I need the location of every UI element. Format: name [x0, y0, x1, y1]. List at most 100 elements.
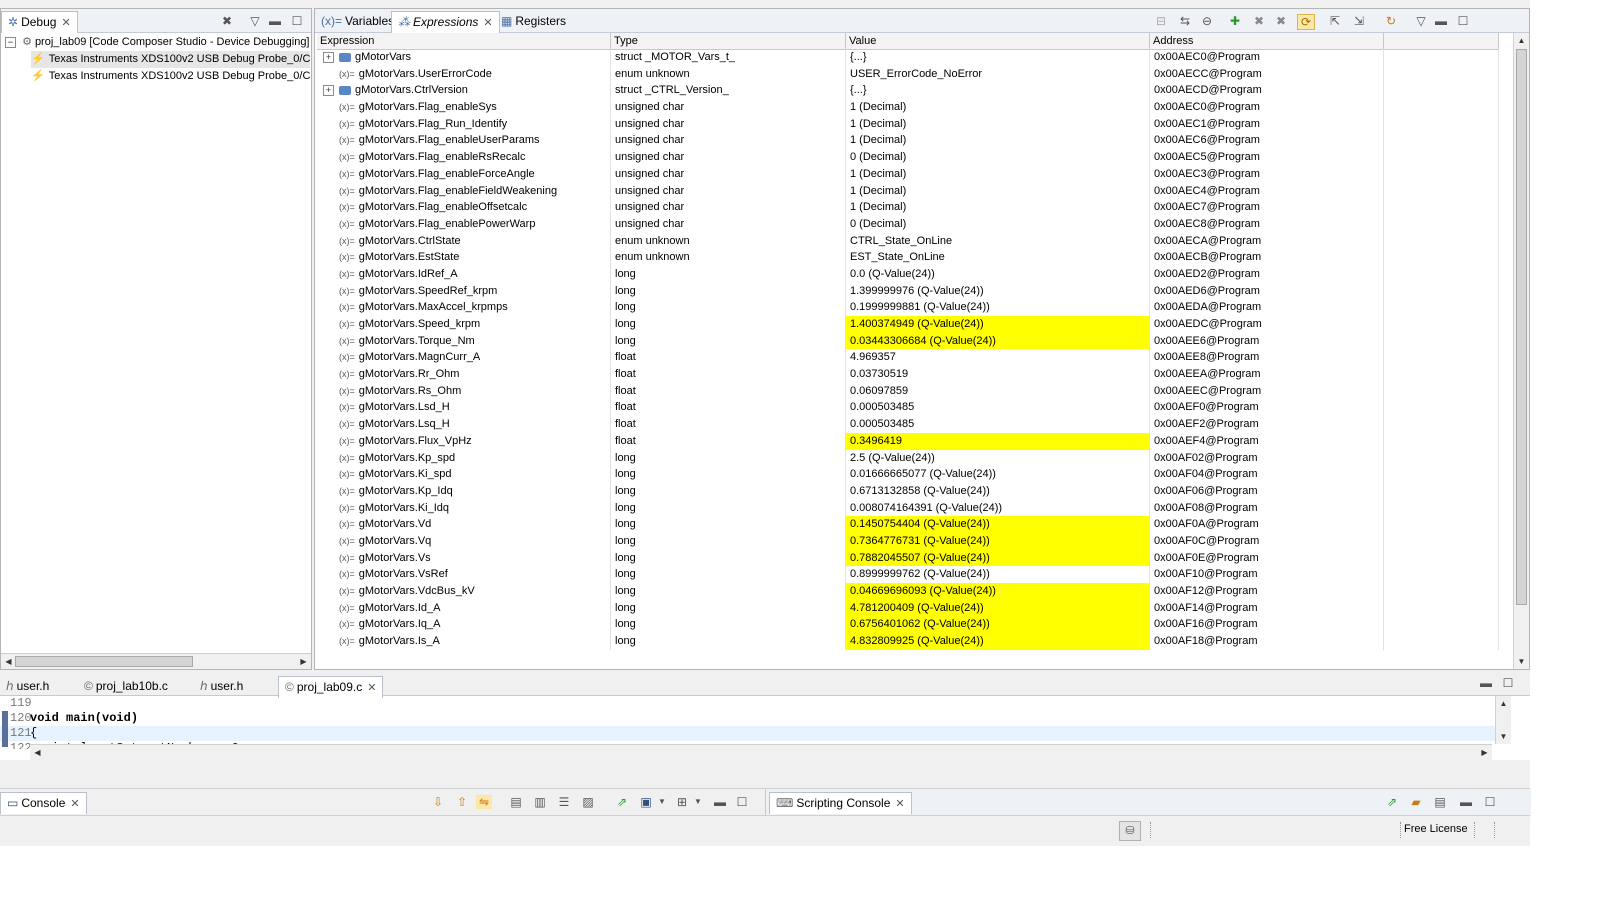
scroll-right-arrow[interactable]: ▶: [1478, 746, 1491, 759]
remove-all-icon[interactable]: ✖: [1273, 14, 1289, 28]
cell-expression[interactable]: (x)= gMotorVars.MagnCurr_A: [317, 349, 611, 367]
table-row[interactable]: (x)= gMotorVars.Flag_enablePowerWarp unsig…: [317, 215, 1499, 233]
table-row[interactable]: (x)= gMotorVars.Flag_enableFieldWeakening…: [317, 182, 1499, 200]
cell-value[interactable]: 0.03443306684 (Q-Value(24)): [846, 332, 1150, 350]
table-row[interactable]: + gMotorVars struct _MOTOR_Vars_t_ {...} 0x0…: [317, 49, 1499, 66]
table-row[interactable]: (x)= gMotorVars.Flux_VpHz float 0.3496419 0x…: [317, 432, 1499, 450]
tree-item-project[interactable]: − ⚙ proj_lab09 [Code Composer Studio - De…: [5, 34, 310, 51]
cell-expression[interactable]: (x)= gMotorVars.VdcBus_kV: [317, 583, 611, 600]
cell-value[interactable]: 4.781200409 (Q-Value(24)): [846, 599, 1150, 617]
cell-value[interactable]: 0 (Decimal): [846, 215, 1150, 233]
table-row[interactable]: (x)= gMotorVars.Rs_Ohm float 0.06097859 0x00…: [317, 382, 1499, 400]
cell-expression[interactable]: (x)= gMotorVars.Kp_Idq: [317, 482, 611, 500]
expand-icon[interactable]: +: [323, 85, 334, 97]
dropdown-arrow-icon[interactable]: ▼: [690, 795, 706, 809]
cell-value[interactable]: 0.1999999881 (Q-Value(24)): [846, 299, 1150, 316]
import-icon[interactable]: ⇱: [1327, 14, 1343, 28]
editor-tab-active[interactable]: © proj_lab09.c ✕: [278, 676, 384, 698]
collapse-icon[interactable]: −: [5, 36, 16, 48]
tree-item-probe[interactable]: ⚡ Texas Instruments XDS100v2 USB Debug Pr…: [31, 51, 311, 68]
expand-icon[interactable]: +: [323, 52, 334, 63]
cell-value[interactable]: 0.1450754404 (Q-Value(24)): [846, 516, 1150, 533]
code-line[interactable]: 120void main(void): [0, 711, 138, 726]
cell-expression[interactable]: (x)= gMotorVars.EstState: [317, 249, 611, 266]
table-row[interactable]: (x)= gMotorVars.Speed_krpm long 1.400374949…: [317, 316, 1499, 333]
cell-value[interactable]: 0.8999999762 (Q-Value(24)): [846, 566, 1150, 583]
cell-expression[interactable]: (x)= gMotorVars.MaxAccel_krpmps: [317, 299, 611, 316]
cell-value[interactable]: 1 (Decimal): [846, 165, 1150, 183]
table-row[interactable]: (x)= gMotorVars.Flag_enableSys unsigned ch…: [317, 99, 1499, 116]
cell-value[interactable]: 0.000503485: [846, 399, 1150, 417]
close-icon[interactable]: ✕: [483, 17, 492, 29]
table-row[interactable]: (x)= gMotorVars.Flag_enableUserParams unsi…: [317, 132, 1499, 150]
table-row[interactable]: (x)= gMotorVars.CtrlState enum unknown CTRL…: [317, 232, 1499, 250]
editor-tab[interactable]: ℎ user.h: [194, 676, 249, 697]
cell-expression[interactable]: (x)= gMotorVars.Iq_A: [317, 616, 611, 634]
table-row[interactable]: (x)= gMotorVars.UserErrorCode enum unknown…: [317, 65, 1499, 83]
cell-value[interactable]: 0.7364776731 (Q-Value(24)): [846, 532, 1150, 550]
remove-all-terminated-icon[interactable]: ✖: [219, 14, 235, 28]
cell-expression[interactable]: (x)= gMotorVars.IdRef_A: [317, 265, 611, 283]
export-icon[interactable]: ⇗: [1384, 795, 1400, 809]
table-row[interactable]: (x)= gMotorVars.VdcBus_kV long 0.0466969609…: [317, 583, 1499, 600]
cell-expression[interactable]: (x)= gMotorVars.Torque_Nm: [317, 332, 611, 350]
cell-value[interactable]: 1 (Decimal): [846, 115, 1150, 133]
cell-expression[interactable]: (x)= gMotorVars.SpeedRef_krpm: [317, 282, 611, 300]
table-row[interactable]: + gMotorVars.CtrlVersion struct _CTRL_Vers…: [317, 82, 1499, 100]
cell-expression[interactable]: (x)= gMotorVars.Id_A: [317, 599, 611, 617]
table-row[interactable]: (x)= gMotorVars.SpeedRef_krpm long 1.399999…: [317, 282, 1499, 300]
cell-expression[interactable]: (x)= gMotorVars.Rs_Ohm: [317, 382, 611, 400]
maximize-icon[interactable]: ☐: [289, 14, 305, 28]
cell-expression[interactable]: (x)= gMotorVars.VsRef: [317, 566, 611, 583]
word-wrap-icon[interactable]: ⇋: [476, 795, 492, 809]
table-row[interactable]: (x)= gMotorVars.Torque_Nm long 0.0344330668…: [317, 332, 1499, 350]
cell-value[interactable]: 0.3496419: [846, 432, 1150, 450]
table-row[interactable]: (x)= gMotorVars.Lsd_H float 0.000503485 0x00…: [317, 399, 1499, 417]
table-row[interactable]: (x)= gMotorVars.Flag_enableRsRecalc unsign…: [317, 149, 1499, 166]
scroll-thumb[interactable]: [15, 656, 193, 667]
view-menu-icon[interactable]: ▽: [1413, 14, 1429, 28]
cell-expression[interactable]: + gMotorVars: [317, 49, 611, 66]
cell-value[interactable]: {...}: [846, 49, 1150, 66]
cell-value[interactable]: 0 (Decimal): [846, 149, 1150, 166]
table-row[interactable]: (x)= gMotorVars.Is_A long 4.832809925 (Q-Va…: [317, 633, 1499, 650]
show-console-icon[interactable]: ⇧: [454, 795, 470, 809]
cell-value[interactable]: 1 (Decimal): [846, 132, 1150, 150]
table-row[interactable]: (x)= gMotorVars.MagnCurr_A float 4.969357 0x…: [317, 349, 1499, 367]
table-row[interactable]: (x)= gMotorVars.Kp_Idq long 0.6713132858 (Q…: [317, 482, 1499, 500]
cell-expression[interactable]: + gMotorVars.CtrlVersion: [317, 82, 611, 100]
table-row[interactable]: (x)= gMotorVars.Flag_enableForceAngle unsi…: [317, 165, 1499, 183]
pin-icon[interactable]: ⇗: [614, 795, 630, 809]
cell-expression[interactable]: (x)= gMotorVars.Flag_enablePowerWarp: [317, 215, 611, 233]
cell-expression[interactable]: (x)= gMotorVars.Lsq_H: [317, 416, 611, 433]
editor-horizontal-scrollbar[interactable]: ◀ ▶: [30, 744, 1492, 760]
cell-expression[interactable]: (x)= gMotorVars.Speed_krpm: [317, 316, 611, 333]
clear-console-icon[interactable]: ▤: [508, 795, 524, 809]
minimize-icon[interactable]: ▬: [267, 14, 283, 28]
maximize-icon[interactable]: ☐: [1482, 795, 1498, 809]
scroll-thumb[interactable]: [1516, 49, 1527, 605]
add-expression-icon[interactable]: ✚: [1227, 14, 1243, 28]
cell-expression[interactable]: (x)= gMotorVars.Flag_enableForceAngle: [317, 165, 611, 183]
table-row[interactable]: (x)= gMotorVars.Vs long 0.7882045507 (Q-Val…: [317, 549, 1499, 567]
table-row[interactable]: (x)= gMotorVars.Lsq_H float 0.000503485 0x00…: [317, 416, 1499, 433]
cell-value[interactable]: 0.03730519: [846, 366, 1150, 383]
cell-value[interactable]: 0.01666665077 (Q-Value(24)): [846, 466, 1150, 483]
cell-value[interactable]: 1 (Decimal): [846, 199, 1150, 216]
table-row[interactable]: (x)= gMotorVars.Iq_A long 0.6756401062 (Q-V…: [317, 616, 1499, 634]
cell-expression[interactable]: (x)= gMotorVars.Flag_enableUserParams: [317, 132, 611, 150]
cell-value[interactable]: CTRL_State_OnLine: [846, 232, 1150, 250]
minimize-icon[interactable]: ▬: [712, 795, 728, 809]
minimize-icon[interactable]: ▬: [1458, 795, 1474, 809]
continuous-refresh-icon[interactable]: ⟳: [1297, 14, 1315, 30]
table-row[interactable]: (x)= gMotorVars.Ki_spd long 0.01666665077 (…: [317, 466, 1499, 483]
scroll-left-arrow[interactable]: ◀: [2, 655, 15, 668]
cell-expression[interactable]: (x)= gMotorVars.Ki_Idq: [317, 499, 611, 517]
tab-debug[interactable]: ✲ Debug ✕: [1, 11, 78, 33]
cell-value[interactable]: 2.5 (Q-Value(24)): [846, 449, 1150, 467]
clear-icon[interactable]: ▤: [1432, 795, 1448, 809]
table-row[interactable]: (x)= gMotorVars.Vq long 0.7364776731 (Q-Val…: [317, 532, 1499, 550]
column-header-expression[interactable]: Expression: [317, 33, 611, 49]
maximize-icon[interactable]: ☐: [734, 795, 750, 809]
maximize-icon[interactable]: ☐: [1455, 14, 1471, 28]
